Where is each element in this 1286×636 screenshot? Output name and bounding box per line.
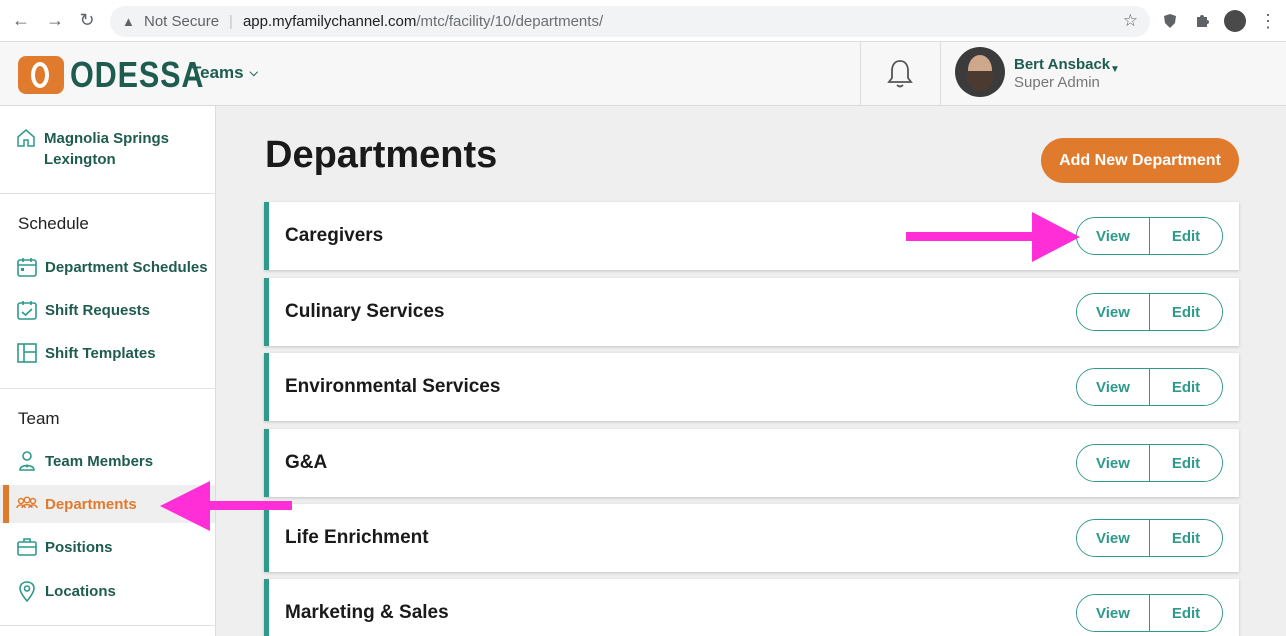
- layout-icon: [17, 343, 37, 363]
- app-header: ODESSA Teams ⌵ Bert Ansback ▼ Super Admi…: [0, 42, 1286, 106]
- divider: [0, 625, 216, 626]
- bell-icon[interactable]: [886, 58, 914, 90]
- divider: [0, 388, 216, 389]
- edit-button[interactable]: Edit: [1149, 595, 1222, 631]
- calendar-check-icon: [17, 301, 37, 320]
- user-name[interactable]: Bert Ansback: [1014, 56, 1110, 73]
- profile-avatar[interactable]: [1224, 10, 1246, 32]
- divider: [860, 42, 861, 106]
- not-secure-label: Not Secure: [144, 13, 220, 30]
- facility-link[interactable]: Magnolia Springs Lexington: [16, 128, 184, 170]
- divider: [0, 193, 216, 194]
- browser-toolbar: ← → ↻ ▲ Not Secure | app.myfamilychannel…: [0, 0, 1286, 42]
- url-path: /mtc/facility/10/departments/: [416, 13, 604, 30]
- department-row: Life Enrichment View Edit: [264, 504, 1239, 572]
- department-row: Culinary Services View Edit: [264, 278, 1239, 346]
- logo-mark-icon: [18, 56, 64, 94]
- edit-button[interactable]: Edit: [1149, 294, 1222, 330]
- view-button[interactable]: View: [1077, 294, 1149, 330]
- department-name: Environmental Services: [285, 376, 501, 397]
- edit-button[interactable]: Edit: [1149, 445, 1222, 481]
- row-actions: View Edit: [1076, 444, 1223, 482]
- teams-dropdown[interactable]: Teams ⌵: [191, 63, 258, 83]
- address-bar[interactable]: ▲ Not Secure | app.myfamilychannel.com/m…: [110, 6, 1150, 37]
- sidebar-item-label: Departments: [45, 495, 137, 513]
- view-button[interactable]: View: [1077, 218, 1149, 254]
- sidebar-item-department-schedules[interactable]: Department Schedules: [0, 248, 215, 286]
- warning-icon: ▲: [122, 14, 135, 29]
- sidebar-item-label: Locations: [45, 582, 116, 600]
- calendar-icon: [17, 258, 37, 277]
- department-name: Marketing & Sales: [285, 602, 449, 623]
- chevron-down-icon: ⌵: [249, 66, 258, 79]
- department-row: G&A View Edit: [264, 429, 1239, 497]
- row-actions: View Edit: [1076, 293, 1223, 331]
- user-avatar[interactable]: [955, 47, 1005, 97]
- home-icon: [17, 129, 35, 147]
- sidebar-item-team-members[interactable]: Team Members: [0, 442, 215, 480]
- section-title-schedule: Schedule: [18, 214, 89, 233]
- sidebar-item-label: Team Members: [45, 452, 154, 470]
- sidebar-item-label: Shift Templates: [45, 344, 156, 362]
- sidebar-item-label: Shift Requests: [45, 301, 151, 319]
- user-role: Super Admin: [1014, 74, 1100, 91]
- department-name: G&A: [285, 452, 328, 473]
- sidebar-item-label: Department Schedules: [45, 258, 208, 276]
- map-pin-icon: [19, 581, 35, 602]
- sidebar-item-shift-templates[interactable]: Shift Templates: [0, 334, 215, 372]
- add-new-department-button[interactable]: Add New Department: [1041, 138, 1239, 183]
- people-group-icon: [16, 496, 38, 509]
- puzzle-extension-icon[interactable]: [1192, 11, 1212, 31]
- facility-name: Magnolia Springs Lexington: [44, 130, 170, 168]
- separator: |: [229, 13, 233, 30]
- view-button[interactable]: View: [1077, 445, 1149, 481]
- edit-button[interactable]: Edit: [1149, 218, 1222, 254]
- view-button[interactable]: View: [1077, 595, 1149, 631]
- reload-icon[interactable]: ↻: [74, 8, 100, 34]
- url-host: app.myfamilychannel.com: [242, 13, 417, 30]
- annotation-arrow-left-icon: [160, 481, 292, 531]
- edit-button[interactable]: Edit: [1149, 369, 1222, 405]
- sidebar-item-shift-requests[interactable]: Shift Requests: [0, 291, 215, 329]
- department-row: Caregivers View Edit: [264, 202, 1239, 270]
- briefcase-icon: [17, 538, 37, 556]
- sidebar: Magnolia Springs Lexington Schedule Depa…: [0, 106, 216, 636]
- sidebar-item-positions[interactable]: Positions: [0, 528, 215, 566]
- view-button[interactable]: View: [1077, 520, 1149, 556]
- teams-label: Teams: [191, 63, 244, 82]
- department-name: Life Enrichment: [285, 527, 429, 548]
- divider: [940, 42, 941, 106]
- forward-arrow-icon[interactable]: →: [42, 8, 68, 34]
- annotation-arrow-right-icon: [906, 212, 1080, 262]
- sidebar-item-locations[interactable]: Locations: [0, 572, 215, 610]
- back-arrow-icon[interactable]: ←: [8, 8, 34, 34]
- shield-extension-icon[interactable]: [1160, 11, 1180, 31]
- section-title-team: Team: [18, 409, 60, 428]
- view-button[interactable]: View: [1077, 369, 1149, 405]
- sidebar-item-label: Positions: [45, 538, 113, 556]
- person-icon: [19, 451, 35, 471]
- row-actions: View Edit: [1076, 368, 1223, 406]
- browser-menu-icon[interactable]: ⋮: [1258, 11, 1278, 31]
- page-title: Departments: [265, 134, 498, 176]
- department-name: Culinary Services: [285, 301, 445, 322]
- logo-text: ODESSA: [70, 54, 205, 95]
- caret-down-icon[interactable]: ▼: [1110, 64, 1120, 75]
- department-row: Marketing & Sales View Edit: [264, 579, 1239, 636]
- row-actions: View Edit: [1076, 519, 1223, 557]
- row-actions: View Edit: [1076, 217, 1223, 255]
- bookmark-star-icon[interactable]: ☆: [1123, 11, 1138, 31]
- department-row: Environmental Services View Edit: [264, 353, 1239, 421]
- row-actions: View Edit: [1076, 594, 1223, 632]
- edit-button[interactable]: Edit: [1149, 520, 1222, 556]
- department-name: Caregivers: [285, 225, 384, 246]
